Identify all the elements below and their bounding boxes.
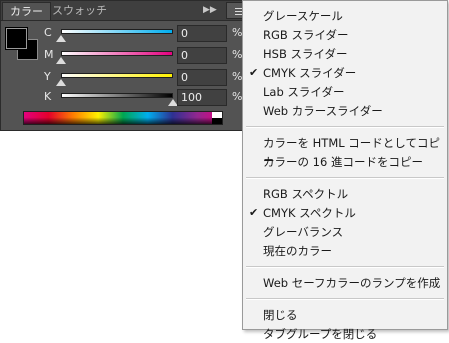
channel-value-input[interactable]: 0 [177, 47, 227, 64]
channel-label: C [44, 26, 52, 39]
ramp-black-swatch[interactable] [212, 118, 222, 124]
menu-item-label: グレーバランス [263, 225, 344, 239]
menu-item-label: Web カラースライダー [263, 104, 383, 118]
panel-flyout-menu: グレースケール RGB スライダー HSB スライダー ✔ CMYK スライダー Lab … [242, 0, 448, 341]
menu-item-label: CMYK スライダー [263, 66, 357, 80]
menu-separator [246, 126, 444, 128]
channel-row-k: K 100% [1, 89, 251, 109]
channel-row-y: Y 0% [1, 69, 251, 89]
collapse-panel-button[interactable]: ▶▶ [203, 3, 217, 18]
menu-item[interactable]: ✔ CMYK スライダー [243, 64, 447, 82]
menu-item[interactable]: RGB スライダー [243, 26, 447, 44]
channel-row-m: M 0% [1, 47, 251, 67]
menu-item[interactable]: 現在のカラー [243, 242, 447, 260]
percent-unit: % [232, 90, 243, 103]
menu-item[interactable]: グレースケール [243, 7, 447, 25]
menu-item[interactable]: グレーバランス [243, 223, 447, 241]
menu-item[interactable]: 閉じる [243, 306, 447, 324]
channel-slider-track[interactable] [61, 93, 173, 98]
menu-item-label: RGB スライダー [263, 28, 349, 42]
panel-tab-bar: カラー スウォッチ ▶▶ [1, 1, 249, 21]
menu-item[interactable]: Web カラースライダー [243, 102, 447, 120]
percent-unit: % [232, 48, 243, 61]
menu-item[interactable]: HSB スライダー [243, 45, 447, 63]
menu-item-label: タブグループを閉じる [263, 327, 378, 341]
channel-value-input[interactable]: 0 [177, 25, 227, 42]
channel-slider-track[interactable] [61, 73, 173, 78]
menu-item[interactable]: カラーを HTML コードとしてコピー [243, 134, 447, 168]
menu-item[interactable]: カラーの 16 進コードをコピー [243, 153, 447, 171]
menu-item-label: HSB スライダー [263, 47, 348, 61]
channel-label: Y [44, 70, 51, 83]
menu-separator [246, 266, 444, 268]
checkmark-icon: ✔ [249, 206, 259, 219]
color-panel: カラー スウォッチ ▶▶ C 0% M 0% Y 0% K 100% [0, 0, 250, 131]
menu-item-label: 現在のカラー [263, 244, 332, 258]
tab-swatches[interactable]: スウォッチ [45, 2, 114, 20]
menu-item-label: CMYK スペクトル [263, 206, 356, 220]
slider-thumb[interactable] [56, 57, 66, 64]
menu-item-label: グレースケール [263, 9, 343, 23]
channel-value-input[interactable]: 0 [177, 69, 227, 86]
menu-separator [246, 298, 444, 300]
channel-slider-track[interactable] [61, 29, 173, 34]
tab-color[interactable]: カラー [2, 2, 51, 20]
cmyk-spectrum-ramp[interactable] [23, 111, 223, 125]
menu-item-label: カラーの 16 進コードをコピー [263, 155, 423, 169]
channel-label: K [44, 90, 52, 103]
channel-row-c: C 0% [1, 25, 251, 45]
menu-item[interactable]: タブグループを閉じる [243, 325, 447, 343]
channel-slider-track[interactable] [61, 51, 173, 56]
channel-value-input[interactable]: 100 [177, 89, 227, 106]
menu-separator [246, 177, 444, 179]
menu-item[interactable]: Web セーフカラーのランプを作成 [243, 274, 447, 292]
menu-item-label: 閉じる [263, 308, 298, 322]
channel-label: M [44, 48, 54, 61]
slider-thumb[interactable] [56, 79, 66, 86]
menu-item[interactable]: Lab スライダー [243, 83, 447, 101]
menu-item[interactable]: RGB スペクトル [243, 185, 447, 203]
menu-item-label: Web セーフカラーのランプを作成 [263, 276, 441, 290]
slider-thumb[interactable] [56, 35, 66, 42]
menu-item[interactable]: ✔ CMYK スペクトル [243, 204, 447, 222]
percent-unit: % [232, 70, 243, 83]
percent-unit: % [232, 26, 243, 39]
menu-item-label: Lab スライダー [263, 85, 345, 99]
menu-item-label: RGB スペクトル [263, 187, 349, 201]
checkmark-icon: ✔ [249, 66, 259, 79]
